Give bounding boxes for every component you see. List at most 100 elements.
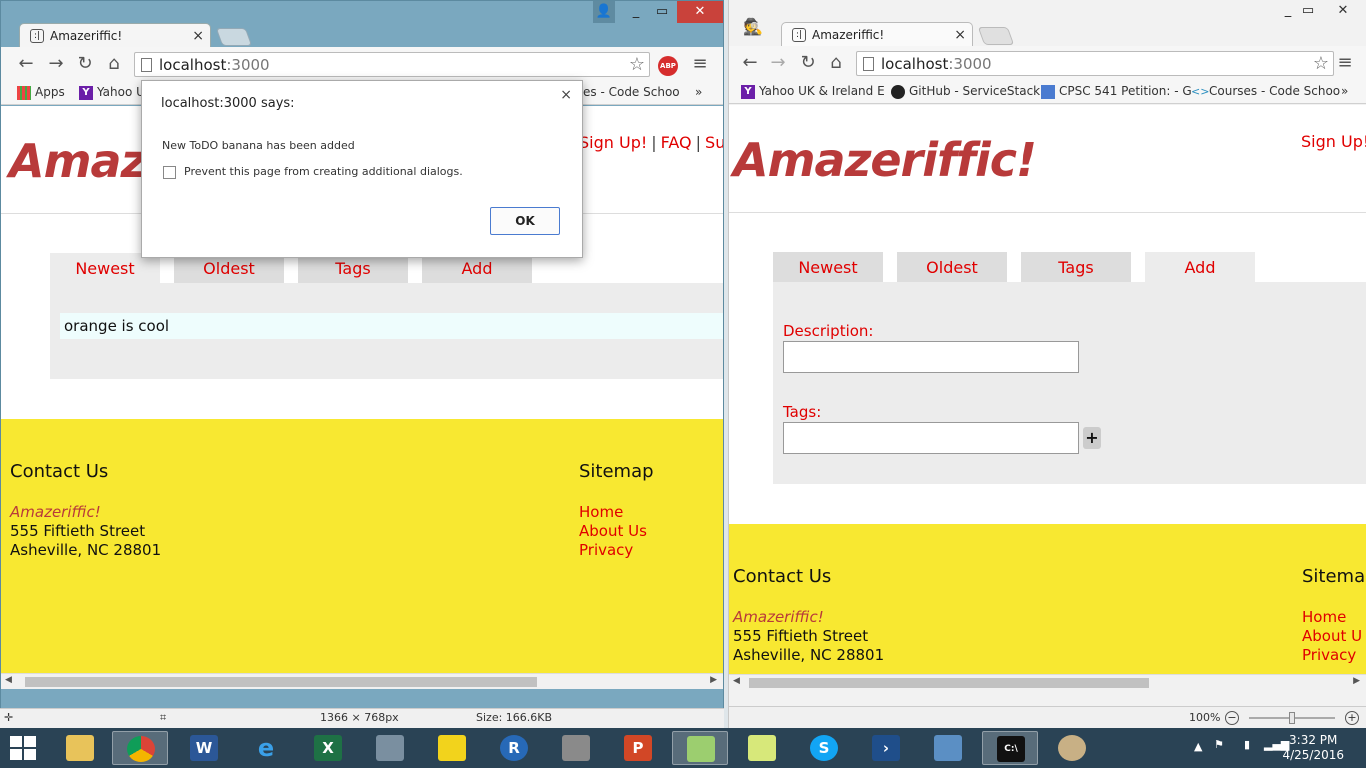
- yahoo-icon: Y: [741, 85, 755, 99]
- remote-desktop-icon[interactable]: [920, 731, 976, 765]
- horizontal-scrollbar[interactable]: ◀ ▶: [729, 674, 1366, 690]
- paint-icon[interactable]: [1044, 731, 1100, 765]
- horizontal-scrollbar[interactable]: ◀ ▶: [1, 673, 723, 689]
- back-icon[interactable]: ←: [739, 53, 761, 75]
- description-input[interactable]: [783, 341, 1079, 373]
- bookmark-yahoo[interactable]: Y Yahoo U: [79, 85, 145, 100]
- bookmark-code-school[interactable]: es - Code Schoo: [583, 85, 680, 99]
- dialog-close-icon[interactable]: ×: [560, 87, 572, 103]
- tab-newest[interactable]: Newest: [773, 252, 883, 284]
- adblock-icon[interactable]: ABP: [658, 56, 678, 76]
- tab-oldest[interactable]: Oldest: [897, 252, 1007, 284]
- footer-privacy-link[interactable]: Privacy: [1302, 646, 1356, 664]
- bookmark-apps[interactable]: Apps: [17, 85, 65, 100]
- nav-faq-link[interactable]: FAQ: [661, 133, 692, 152]
- powerpoint-icon[interactable]: P: [610, 731, 666, 765]
- close-window-icon[interactable]: ✕: [677, 1, 723, 23]
- bookmark-petition[interactable]: CPSC 541 Petition: - G: [1041, 84, 1192, 99]
- address-street: 555 Fiftieth Street: [733, 627, 869, 645]
- back-icon[interactable]: ←: [15, 54, 37, 76]
- minimize-icon[interactable]: _: [625, 1, 647, 23]
- footer-home-link[interactable]: Home: [1302, 608, 1346, 626]
- new-tab-button[interactable]: [977, 27, 1015, 45]
- page-icon: [141, 58, 152, 72]
- footer-about-link[interactable]: About U: [1302, 627, 1362, 645]
- reload-icon[interactable]: ↻: [797, 53, 819, 75]
- zoom-out-icon[interactable]: −: [1225, 711, 1239, 725]
- excel-icon[interactable]: X: [300, 731, 356, 765]
- address-bar[interactable]: localhost:3000 ☆: [856, 51, 1334, 76]
- bookmarks-overflow-icon[interactable]: »: [1341, 84, 1348, 98]
- ok-button[interactable]: OK: [490, 207, 560, 235]
- forward-icon[interactable]: →: [767, 53, 789, 75]
- scroll-thumb[interactable]: [749, 678, 1149, 688]
- bookmark-star-icon[interactable]: ☆: [1313, 53, 1329, 74]
- prevent-dialogs-checkbox[interactable]: [163, 166, 176, 179]
- maximize-icon[interactable]: ▭: [1297, 0, 1319, 22]
- bookmarks-overflow-icon[interactable]: »: [695, 85, 702, 99]
- close-tab-icon[interactable]: ×: [192, 24, 204, 49]
- show-hidden-icons[interactable]: ▲: [1194, 740, 1202, 753]
- clock-date: 4/25/2016: [1282, 748, 1344, 762]
- cmd-icon[interactable]: C:\: [982, 731, 1038, 765]
- bookmark-code-school[interactable]: <> Courses - Code Schoo: [1191, 84, 1340, 98]
- close-window-icon[interactable]: ✕: [1325, 0, 1361, 22]
- footer: Contact Us Amazeriffic! 555 Fiftieth Str…: [1, 419, 723, 689]
- battery-icon[interactable]: ▮: [1244, 738, 1250, 751]
- chrome-icon[interactable]: [112, 731, 168, 765]
- home-icon[interactable]: ⌂: [103, 54, 125, 76]
- bookmark-yahoo-uk[interactable]: Y Yahoo UK & Ireland E: [741, 84, 885, 99]
- url-text: localhost:3000: [159, 56, 270, 74]
- move-icon: ✛: [4, 711, 14, 724]
- file-explorer-icon[interactable]: [52, 731, 108, 765]
- zoom-slider-thumb[interactable]: [1289, 712, 1295, 724]
- scroll-left-icon[interactable]: ◀: [733, 676, 740, 686]
- footer-home-link[interactable]: Home: [579, 503, 623, 521]
- tags-input[interactable]: [783, 422, 1079, 454]
- minimize-icon[interactable]: _: [1277, 0, 1299, 22]
- new-tab-button[interactable]: [215, 28, 253, 46]
- right-status-bar: 100% − +: [729, 706, 1366, 728]
- dimensions-text: 1366 × 768px: [320, 711, 399, 724]
- notepad-plus-plus-icon[interactable]: [672, 731, 728, 765]
- left-browser-tab[interactable]: :| Amazeriffic! ×: [19, 23, 211, 48]
- start-button[interactable]: [10, 736, 36, 760]
- bookmark-star-icon[interactable]: ☆: [629, 54, 645, 75]
- menu-icon[interactable]: ≡: [690, 53, 710, 74]
- tab-add[interactable]: Add: [1145, 252, 1255, 284]
- nav-support-link[interactable]: Su: [705, 133, 723, 152]
- maximize-icon[interactable]: ▭: [651, 1, 673, 23]
- r-icon[interactable]: R: [486, 731, 542, 765]
- footer-privacy-link[interactable]: Privacy: [579, 541, 633, 559]
- add-todo-button[interactable]: +: [1083, 427, 1101, 449]
- calculator-icon[interactable]: [362, 731, 418, 765]
- action-center-icon[interactable]: ⚑: [1214, 738, 1224, 751]
- reload-icon[interactable]: ↻: [74, 54, 96, 76]
- forward-icon[interactable]: →: [45, 54, 67, 76]
- scroll-right-icon[interactable]: ▶: [1353, 676, 1360, 686]
- game-icon[interactable]: [424, 731, 480, 765]
- sticky-notes-icon[interactable]: [734, 731, 790, 765]
- footer-about-link[interactable]: About Us: [579, 522, 647, 540]
- zoom-in-icon[interactable]: +: [1345, 711, 1359, 725]
- scroll-left-icon[interactable]: ◀: [5, 675, 12, 685]
- scroll-right-icon[interactable]: ▶: [710, 675, 717, 685]
- bookmark-github[interactable]: GitHub - ServiceStack: [891, 84, 1040, 99]
- close-tab-icon[interactable]: ×: [954, 23, 966, 48]
- powershell-icon[interactable]: ›: [858, 731, 914, 765]
- menu-icon[interactable]: ≡: [1335, 52, 1355, 73]
- skype-icon[interactable]: S: [796, 731, 852, 765]
- user-icon[interactable]: 👤: [593, 1, 615, 23]
- address-bar[interactable]: localhost:3000 ☆: [134, 52, 650, 77]
- snipping-tool-icon[interactable]: [548, 731, 604, 765]
- nav-signup-link[interactable]: Sign Up!: [1301, 132, 1366, 151]
- home-icon[interactable]: ⌂: [825, 53, 847, 75]
- nav-signup-link[interactable]: Sign Up!: [579, 133, 647, 152]
- system-clock[interactable]: 3:32 PM 4/25/2016: [1282, 733, 1344, 763]
- internet-explorer-icon[interactable]: e: [238, 731, 294, 765]
- right-browser-tab[interactable]: :| Amazeriffic! ×: [781, 22, 973, 47]
- tab-tags[interactable]: Tags: [1021, 252, 1131, 284]
- word-icon[interactable]: W: [176, 731, 232, 765]
- prevent-dialogs-label[interactable]: Prevent this page from creating addition…: [184, 165, 463, 178]
- scroll-thumb[interactable]: [25, 677, 537, 687]
